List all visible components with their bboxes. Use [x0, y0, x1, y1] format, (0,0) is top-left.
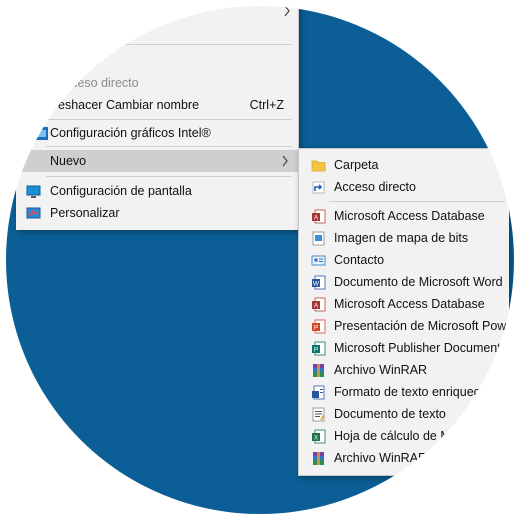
submenu-item-label: Acceso directo [334, 180, 416, 194]
text-file-icon [312, 407, 325, 422]
publisher-icon: P [312, 341, 326, 356]
excel-icon: X [312, 429, 326, 444]
chevron-right-icon [284, 5, 290, 17]
submenu-item-label: Archivo WinRAR [334, 451, 428, 465]
submenu-item-label: Carpeta [334, 158, 379, 172]
menu-item-label: Configuración de pantalla [50, 184, 192, 198]
submenu-item-winrar[interactable]: Archivo WinRAR [299, 359, 509, 381]
menu-separator [46, 44, 292, 45]
menu-separator [329, 201, 505, 202]
menu-item-label: eshacer Cambiar nombre [58, 98, 200, 112]
shortcut-icon [312, 181, 325, 194]
personalize-icon [26, 207, 41, 219]
winrar-icon [313, 452, 324, 465]
menu-item-acceso-directo[interactable]: acceso directo [16, 72, 298, 94]
submenu-item-label: Formato de texto enriqueci [334, 385, 483, 399]
powerpoint-icon: P [312, 319, 326, 334]
submenu-item-label: Archivo WinRAR [334, 363, 428, 377]
submenu-item-powerpoint[interactable]: P Presentación de Microsoft Powe [299, 315, 513, 337]
access-icon: A [312, 209, 326, 224]
menu-item-intel-graphics[interactable]: Configuración gráficos Intel® [16, 122, 298, 144]
menu-item-label: acceso directo [58, 76, 139, 90]
submenu-item-access[interactable]: A Microsoft Access Database [299, 293, 509, 315]
menu-item-label: Personalizar [50, 206, 120, 220]
svg-text:A: A [314, 303, 319, 310]
menu-separator [46, 119, 292, 120]
chevron-right-icon [282, 155, 288, 167]
menu-item-label: Configuración gráficos Intel® [50, 126, 211, 140]
magnified-view: acceso directo eshacer Cambiar nombre Ct… [0, 0, 520, 520]
word-icon: W [312, 275, 326, 290]
menu-item-shortcut: Ctrl+Z [249, 98, 284, 112]
submenu-item-contact[interactable]: Contacto [299, 249, 509, 271]
submenu-item-shortcut[interactable]: Acceso directo [299, 176, 509, 198]
submenu-item-label: Contacto [334, 253, 385, 267]
submenu-item-label: Microsoft Access Database [334, 209, 485, 223]
menu-item-chevron-top [16, 4, 298, 26]
contact-icon [311, 255, 326, 266]
rtf-icon [312, 385, 325, 400]
submenu-nuevo: Carpeta Acceso directo A Microsoft Acces… [298, 148, 513, 476]
submenu-item-text-document[interactable]: Documento de texto [299, 403, 509, 425]
menu-item-personalize[interactable]: Personalizar [16, 202, 298, 224]
svg-text:A: A [314, 215, 319, 222]
context-menu: acceso directo eshacer Cambiar nombre Ct… [16, 0, 299, 230]
submenu-item-label: Microsoft Access Database [334, 297, 485, 311]
svg-text:X: X [314, 435, 319, 442]
svg-text:P: P [314, 325, 318, 332]
submenu-item-label: Documento de texto [334, 407, 446, 421]
submenu-item-bitmap[interactable]: Imagen de mapa de bits [299, 227, 509, 249]
submenu-item-label: Presentación de Microsoft Powe [334, 319, 514, 333]
submenu-item-folder[interactable]: Carpeta [299, 154, 509, 176]
menu-separator [46, 146, 292, 147]
submenu-item-label: Microsoft Publisher Document [334, 341, 501, 355]
menu-separator [46, 176, 292, 177]
submenu-item-word[interactable]: W Documento de Microsoft Word [299, 271, 509, 293]
folder-icon [311, 160, 326, 172]
submenu-item-winrar[interactable]: Archivo WinRAR [299, 447, 509, 469]
menu-item-display-settings[interactable]: Configuración de pantalla [16, 180, 298, 202]
submenu-item-label: Documento de Microsoft Word [334, 275, 503, 289]
access-icon: A [312, 297, 326, 312]
display-settings-icon [26, 185, 41, 198]
svg-text:P: P [314, 347, 318, 354]
bitmap-icon [312, 231, 325, 246]
winrar-icon [313, 364, 324, 377]
submenu-item-excel[interactable]: X Hoja de cálculo de M [299, 425, 509, 447]
menu-item-undo-rename[interactable]: eshacer Cambiar nombre Ctrl+Z [16, 94, 298, 116]
intel-graphics-icon [35, 127, 48, 140]
submenu-item-label: Hoja de cálculo de M [334, 429, 451, 443]
menu-item-label: Nuevo [50, 154, 87, 168]
submenu-item-rtf[interactable]: Formato de texto enriqueci [299, 381, 509, 403]
submenu-item-access[interactable]: A Microsoft Access Database [299, 205, 509, 227]
svg-text:W: W [313, 281, 320, 288]
submenu-item-publisher[interactable]: P Microsoft Publisher Document [299, 337, 509, 359]
menu-item-nuevo[interactable]: Nuevo [16, 150, 298, 172]
submenu-item-label: Imagen de mapa de bits [334, 231, 469, 245]
